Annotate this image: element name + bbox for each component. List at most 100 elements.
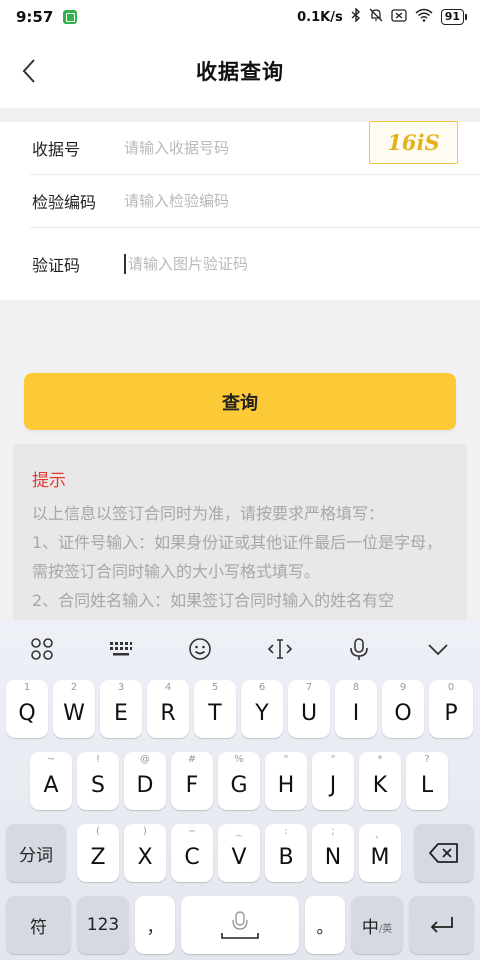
receipt-no-input[interactable]	[124, 139, 354, 157]
page-title: 收据查询	[196, 60, 284, 84]
check-code-input[interactable]	[124, 192, 354, 210]
key-sub: "	[330, 754, 336, 765]
key-label: Y	[255, 700, 269, 726]
key-j[interactable]: " J	[312, 752, 354, 810]
key-sub: 0	[447, 682, 455, 693]
key-v[interactable]: _ V	[218, 824, 260, 882]
key-label: W	[63, 700, 85, 726]
key-sub: 、	[375, 830, 385, 841]
key-label: E	[114, 700, 128, 726]
soft-keyboard: 1Q 2W 3E 4R 5T 6Y 7U 8I 9O 0P ~ A ! S @ D #…	[0, 620, 480, 960]
text-cursor	[124, 254, 126, 274]
microphone-icon	[350, 638, 368, 660]
key-sub: 9	[399, 682, 407, 693]
key-w[interactable]: 2W	[53, 680, 95, 738]
key-label: A	[43, 772, 59, 798]
key-f[interactable]: # F	[171, 752, 213, 810]
key-sub: 5	[211, 682, 219, 693]
space-key[interactable]	[181, 896, 299, 954]
key-label: K	[372, 772, 388, 798]
key-b[interactable]: :B	[265, 824, 307, 882]
key-g[interactable]: % G	[218, 752, 260, 810]
tips-line: 1、证件号输入：如果身份证或其他证件最后一位是字母，需按签订合同时输入的大小写格…	[32, 533, 443, 581]
backspace-key[interactable]	[414, 824, 474, 882]
key-p[interactable]: 0P	[429, 680, 473, 738]
key-sub: 7	[305, 682, 313, 693]
back-button[interactable]	[18, 56, 44, 86]
key-sub: _	[236, 826, 242, 837]
key-sub: 3	[117, 682, 125, 693]
key-n[interactable]: ; N	[312, 824, 354, 882]
key-y[interactable]: 6Y	[241, 680, 283, 738]
captcha-image[interactable]: 16iS	[369, 121, 458, 164]
key-i[interactable]: 8I	[335, 680, 377, 738]
fenci-key[interactable]: 分词	[6, 824, 66, 882]
wifi-icon	[415, 8, 433, 26]
emoji-button[interactable]	[185, 634, 215, 664]
key-label: T	[208, 700, 222, 726]
keyboard-icon	[110, 642, 132, 656]
key-u[interactable]: 7U	[288, 680, 330, 738]
query-button[interactable]: 查询	[24, 373, 456, 430]
key-label: L	[420, 772, 434, 798]
key-m[interactable]: 、 M	[359, 824, 401, 882]
battery-indicator: 91	[440, 9, 468, 25]
key-sub: 6	[258, 682, 266, 693]
key-o[interactable]: 9O	[382, 680, 424, 738]
captcha-input[interactable]	[128, 255, 358, 273]
captcha-row: 验证码	[0, 228, 480, 300]
keyboard-layout-button[interactable]	[106, 634, 136, 664]
comma-key[interactable]: ，	[135, 896, 175, 954]
check-code-label: 检验编码	[32, 193, 97, 212]
key-e[interactable]: 3E	[100, 680, 142, 738]
key-label: G	[230, 772, 248, 798]
symbol-key[interactable]: 符	[6, 896, 71, 954]
number-key[interactable]: 123	[77, 896, 129, 954]
key-h[interactable]: " H	[265, 752, 307, 810]
key-sub: !	[95, 754, 100, 765]
key-l[interactable]: ? L	[406, 752, 448, 810]
key-k[interactable]: * K	[359, 752, 401, 810]
period-key[interactable]: 。	[305, 896, 345, 954]
key-label: B	[278, 844, 294, 870]
key-x[interactable]: ) X	[124, 824, 166, 882]
key-label: F	[185, 772, 199, 798]
mute-bell-icon	[369, 8, 383, 26]
hide-keyboard-button[interactable]	[423, 634, 453, 664]
key-sub: ~	[46, 754, 56, 765]
key-label: 123	[86, 915, 120, 935]
key-sub: ;	[331, 826, 335, 837]
key-c[interactable]: − C	[171, 824, 213, 882]
voice-button[interactable]	[344, 634, 374, 664]
key-label: 分词	[19, 845, 53, 866]
key-sub: 2	[70, 682, 78, 693]
key-q[interactable]: 1Q	[6, 680, 48, 738]
cursor-move-button[interactable]	[265, 634, 295, 664]
key-label: ，	[146, 917, 164, 938]
key-sub: @	[140, 754, 150, 765]
language-switch-key[interactable]: 中/英	[351, 896, 403, 954]
receipt-no-label: 收据号	[32, 140, 81, 159]
smiley-icon	[189, 638, 211, 660]
key-label: D	[136, 772, 154, 798]
key-sub: 8	[352, 682, 360, 693]
enter-key[interactable]	[409, 896, 474, 954]
key-sub: )	[143, 826, 147, 837]
key-label: C	[184, 844, 200, 870]
key-t[interactable]: 5T	[194, 680, 236, 738]
check-code-row: 检验编码	[0, 175, 480, 227]
key-a[interactable]: ~ A	[30, 752, 72, 810]
status-bar: 9:57 0.1K/s 91	[0, 0, 480, 34]
tips-panel: 提示 以上信息以签订合同时为准，请按要求严格填写： 1、证件号输入：如果身份证或…	[13, 444, 467, 624]
key-z[interactable]: (Z	[77, 824, 119, 882]
space-microphone-icon	[221, 911, 259, 939]
key-s[interactable]: ! S	[77, 752, 119, 810]
captcha-label: 验证码	[32, 256, 81, 275]
key-sub: ?	[424, 754, 430, 765]
key-d[interactable]: @ D	[124, 752, 166, 810]
key-label: O	[394, 700, 412, 726]
keyboard-menu-button[interactable]	[27, 634, 57, 664]
key-r[interactable]: 4R	[147, 680, 189, 738]
key-sub: 1	[23, 682, 31, 693]
key-sub: *	[377, 754, 383, 765]
